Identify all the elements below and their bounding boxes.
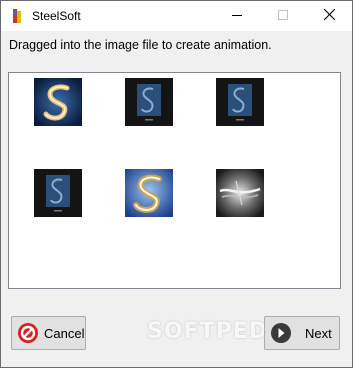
arrow-right-icon [270,322,292,344]
thumbnail-image[interactable] [125,169,173,217]
minimize-button[interactable] [214,1,260,31]
image-drop-area[interactable] [8,72,341,289]
next-label: Next [305,325,332,341]
main-window: SteelSoft Dragged into the image file to… [0,0,353,368]
next-button[interactable]: Next [264,316,340,350]
thumbnail-image[interactable] [125,78,173,126]
instruction-text: Dragged into the image file to create an… [9,38,272,52]
minimize-icon [232,9,242,23]
cancel-button[interactable]: Cancel [11,316,86,350]
thumbnail-image[interactable] [34,78,82,126]
app-icon [9,8,25,24]
title-bar: SteelSoft [1,1,352,31]
cancel-icon [17,322,39,344]
close-icon [323,8,335,23]
thumbnail-image[interactable] [34,169,82,217]
cancel-label: Cancel [44,325,85,341]
close-button[interactable] [306,1,352,31]
thumbnail-image[interactable] [216,169,264,217]
thumbnail-image[interactable] [216,78,264,126]
window-title: SteelSoft [32,9,81,23]
maximize-icon [278,9,288,23]
maximize-button[interactable] [260,1,306,31]
